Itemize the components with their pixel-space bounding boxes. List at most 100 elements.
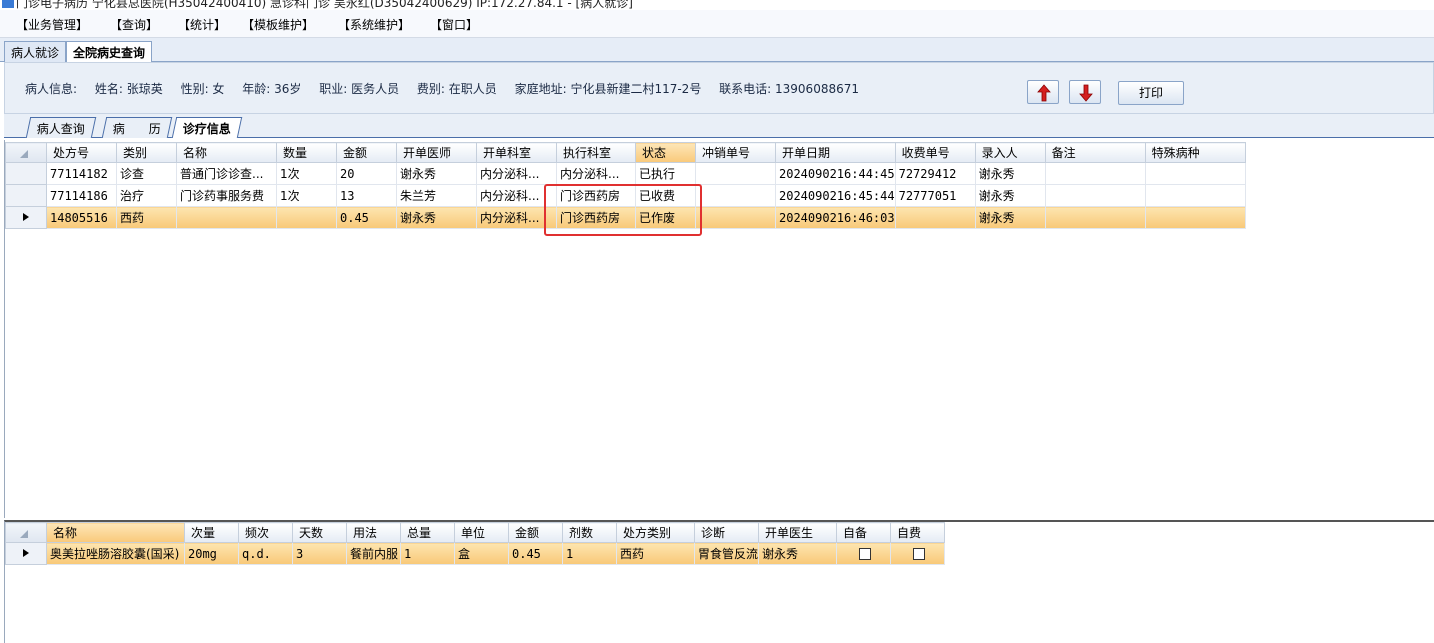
col-doctor[interactable]: 开单医师	[396, 142, 477, 163]
col-special-disease[interactable]: 特殊病种	[1144, 142, 1246, 163]
menu-stats[interactable]: 【统计】	[176, 16, 228, 33]
col-category[interactable]: 类别	[116, 142, 177, 163]
arrow-down-icon	[1079, 84, 1093, 102]
cell-receipt-no: 72777051	[894, 184, 976, 207]
menu-bar: 【业务管理】 【查询】 【统计】 【模板维护】 【系统维护】 【窗口】	[0, 10, 1434, 38]
menu-window[interactable]: 【窗口】	[428, 16, 480, 33]
cell-entered-by: 谢永秀	[974, 184, 1046, 207]
cell-item-name: 门诊药事服务费	[176, 184, 277, 207]
col-unit[interactable]: 单位	[454, 522, 509, 543]
row-header[interactable]	[5, 162, 47, 185]
cell-reversal-no	[695, 184, 776, 207]
col-dose[interactable]: 次量	[184, 522, 239, 543]
col-order-dept[interactable]: 开单科室	[476, 142, 557, 163]
col-item-name[interactable]: 名称	[176, 142, 277, 163]
cell-category: 西药	[116, 206, 177, 229]
col-drug-amount[interactable]: 金额	[508, 522, 563, 543]
col-frequency[interactable]: 频次	[238, 522, 293, 543]
patient-info: 病人信息: 姓名: 张琼英 性别: 女 年龄: 36岁 职业: 医务人员 费别:…	[25, 80, 873, 97]
col-drug-name[interactable]: 名称	[46, 522, 185, 543]
table-row-selected[interactable]: 奥美拉唑肠溶胶囊(国采) 20mg q.d. 3 餐前内服 1 盒 0.45 1…	[5, 542, 946, 565]
treatment-grid-header: 处方号 类别 名称 数量 金额 开单医师 开单科室 执行科室 状态 冲销单号 开…	[5, 142, 1246, 163]
menu-query[interactable]: 【查询】	[108, 16, 160, 33]
col-reversal-no[interactable]: 冲销单号	[695, 142, 776, 163]
patient-address: 家庭地址: 宁化县新建二村117-2号	[514, 82, 702, 96]
cell-doses: 1	[562, 542, 617, 565]
cell-entered-by: 谢永秀	[974, 206, 1046, 229]
patient-sex: 性别: 女	[180, 82, 225, 96]
patient-info-label: 病人信息:	[25, 82, 78, 96]
tab-medical-record[interactable]: 病 历	[101, 117, 173, 138]
cell-doctor: 谢永秀	[396, 162, 477, 185]
col-rx-no[interactable]: 处方号	[46, 142, 117, 163]
print-button[interactable]: 打印	[1118, 81, 1184, 105]
cell-quantity: 1次	[276, 184, 337, 207]
cell-receipt-no	[894, 206, 976, 229]
tab-hospital-history[interactable]: 全院病史查询	[66, 41, 153, 63]
row-header[interactable]	[5, 184, 47, 207]
menu-system[interactable]: 【系统维护】	[336, 16, 412, 33]
self-paid-checkbox[interactable]	[913, 548, 926, 560]
cell-amount: 20	[336, 162, 397, 185]
col-entered-by[interactable]: 录入人	[974, 142, 1046, 163]
col-quantity[interactable]: 数量	[276, 142, 337, 163]
col-diagnosis[interactable]: 诊断	[693, 522, 760, 543]
grid-corner	[5, 522, 47, 543]
col-days[interactable]: 天数	[292, 522, 347, 543]
tab-treatment-info-label: 诊疗信息	[182, 122, 231, 136]
cell-doctor: 朱兰芳	[396, 184, 477, 207]
col-amount[interactable]: 金额	[336, 142, 397, 163]
col-usage[interactable]: 用法	[346, 522, 401, 543]
cell-doctor: 谢永秀	[396, 206, 477, 229]
col-status[interactable]: 状态	[635, 142, 696, 163]
cell-rx-no: 14805516	[46, 206, 117, 229]
col-remark[interactable]: 备注	[1044, 142, 1146, 163]
outer-tab-strip: 病人就诊 全院病史查询	[0, 38, 1434, 63]
cell-rx-no: 77114182	[46, 162, 117, 185]
cell-special-disease	[1144, 206, 1246, 229]
col-order-date[interactable]: 开单日期	[775, 142, 896, 163]
current-row-arrow-icon	[23, 548, 29, 557]
tab-patient-query-label: 病人查询	[36, 122, 85, 136]
row-header[interactable]	[5, 206, 47, 229]
cell-entered-by: 谢永秀	[974, 162, 1046, 185]
cell-prescriber: 谢永秀	[758, 542, 838, 565]
col-prescriber[interactable]: 开单医生	[758, 522, 838, 543]
self-supplied-checkbox[interactable]	[859, 548, 872, 560]
cell-exec-dept: 内分泌科...	[556, 162, 636, 185]
cell-frequency: q.d.	[238, 542, 293, 565]
col-self-paid[interactable]: 自费	[890, 522, 946, 543]
cell-category: 治疗	[116, 184, 177, 207]
cell-rx-category: 西药	[616, 542, 695, 565]
move-down-button[interactable]	[1069, 80, 1101, 104]
current-row-arrow-icon	[23, 212, 29, 221]
patient-age: 年龄: 36岁	[242, 82, 302, 96]
cell-quantity: 1次	[276, 162, 337, 185]
col-total[interactable]: 总量	[400, 522, 455, 543]
row-header[interactable]	[5, 542, 47, 565]
cell-item-name	[176, 206, 277, 229]
cell-rx-no: 77114186	[46, 184, 117, 207]
table-row[interactable]: 77114182 诊查 普通门诊诊查... 1次 20 谢永秀 内分泌科... …	[5, 162, 1246, 185]
col-receipt-no[interactable]: 收费单号	[894, 142, 976, 163]
col-self-supplied[interactable]: 自备	[836, 522, 892, 543]
cell-unit: 盒	[454, 542, 509, 565]
tab-patient-query[interactable]: 病人查询	[25, 117, 97, 138]
tab-treatment-info[interactable]: 诊疗信息	[171, 117, 243, 138]
col-exec-dept[interactable]: 执行科室	[556, 142, 636, 163]
cell-special-disease	[1144, 162, 1246, 185]
col-rx-category[interactable]: 处方类别	[616, 522, 695, 543]
move-up-button[interactable]	[1027, 80, 1059, 104]
cell-quantity	[276, 206, 337, 229]
cell-diagnosis: 胃食管反流	[693, 542, 760, 565]
cell-dose: 20mg	[184, 542, 239, 565]
cell-amount: 0.45	[336, 206, 397, 229]
cell-drug-amount: 0.45	[508, 542, 563, 565]
menu-business[interactable]: 【业务管理】	[14, 16, 90, 33]
col-doses[interactable]: 剂数	[562, 522, 617, 543]
menu-template[interactable]: 【模板维护】	[240, 16, 316, 33]
tab-patient-visit[interactable]: 病人就诊	[4, 41, 67, 62]
treatment-grid-panel: 处方号 类别 名称 数量 金额 开单医师 开单科室 执行科室 状态 冲销单号 开…	[4, 140, 1434, 518]
drug-grid-header: 名称 次量 频次 天数 用法 总量 单位 金额 剂数 处方类别 诊断 开单医生 …	[5, 522, 946, 543]
cell-amount: 13	[336, 184, 397, 207]
